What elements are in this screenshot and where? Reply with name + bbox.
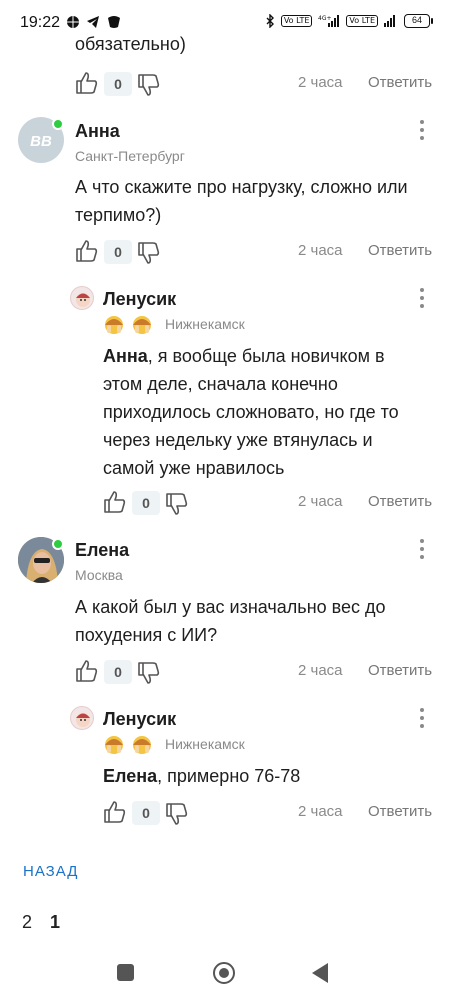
comment-line: Анна, я вообще была новичком в bbox=[103, 342, 399, 370]
thumbs-up-icon[interactable] bbox=[75, 70, 99, 96]
comment-line: А что скажите про нагрузку, сложно или bbox=[75, 177, 408, 197]
thumbs-up-icon[interactable] bbox=[75, 658, 99, 684]
more-options-icon[interactable] bbox=[412, 537, 432, 561]
pagination-current-page[interactable]: 1 bbox=[50, 912, 60, 933]
bluetooth-icon bbox=[266, 14, 274, 28]
author-name[interactable]: Ленусик bbox=[103, 709, 176, 730]
comment-time: 2 часа bbox=[298, 242, 343, 259]
pagination-page[interactable]: 2 bbox=[22, 912, 32, 933]
reply-link[interactable]: Ответить bbox=[368, 74, 432, 91]
comment-actions: 0 2 часа Ответить bbox=[103, 799, 435, 829]
author-city: Москва bbox=[75, 567, 123, 583]
author-name[interactable]: Ленусик bbox=[103, 289, 176, 310]
thumbs-down-icon[interactable] bbox=[165, 491, 189, 517]
online-indicator bbox=[52, 538, 64, 550]
thumbs-down-icon[interactable] bbox=[137, 72, 161, 98]
online-indicator bbox=[52, 118, 64, 130]
author-name[interactable]: Анна bbox=[75, 121, 120, 142]
battery-indicator: 64 bbox=[404, 14, 433, 28]
comment-line: терпимо?) bbox=[75, 205, 162, 225]
comment-line-text: , примерно 76-78 bbox=[157, 766, 301, 786]
emoji-badge-icon bbox=[133, 316, 151, 334]
comment-time: 2 часа bbox=[298, 74, 343, 91]
back-icon[interactable] bbox=[312, 963, 328, 983]
svg-text:ВВ: ВВ bbox=[30, 133, 52, 150]
comment-actions: 0 2 часа Ответить bbox=[103, 489, 435, 519]
mention[interactable]: Анна bbox=[103, 346, 148, 366]
recent-apps-icon[interactable] bbox=[117, 964, 134, 981]
reply-link[interactable]: Ответить bbox=[368, 242, 432, 259]
comment-line: самой уже нравилось bbox=[103, 458, 285, 478]
emoji-badge-icon bbox=[133, 736, 151, 754]
svg-text:4G+: 4G+ bbox=[318, 15, 332, 22]
status-bar: 19:22 Vo LTE 4G+ Vo LTE 64 bbox=[0, 0, 450, 44]
vote-count: 0 bbox=[132, 491, 160, 515]
status-time: 19:22 bbox=[20, 14, 61, 31]
comment-text: А какой был у вас изначально вес до поху… bbox=[75, 593, 386, 649]
comment-actions: 0 2 часа Ответить bbox=[75, 658, 435, 688]
comment-line: А какой был у вас изначально вес до bbox=[75, 597, 386, 617]
thumbs-down-icon[interactable] bbox=[137, 660, 161, 686]
thumbs-down-icon[interactable] bbox=[137, 240, 161, 266]
volte-badge-2: Vo LTE bbox=[346, 15, 378, 27]
status-right-icons: Vo LTE 4G+ Vo LTE 64 bbox=[265, 14, 433, 28]
comment-line: этом деле, сначала конечно bbox=[103, 374, 338, 394]
avatar-face-icon bbox=[76, 293, 90, 307]
more-options-icon[interactable] bbox=[412, 118, 432, 142]
volte-badge: Vo LTE bbox=[280, 15, 313, 27]
thumbs-up-icon[interactable] bbox=[75, 238, 99, 264]
comment-line: приходилось сложновато, но где то bbox=[103, 402, 399, 422]
vote-count: 0 bbox=[104, 72, 132, 96]
comment-line: похудения с ИИ? bbox=[75, 625, 218, 645]
comment-time: 2 часа bbox=[298, 662, 343, 679]
comment-text: Анна, я вообще была новичком в этом деле… bbox=[103, 342, 399, 482]
author-name[interactable]: Елена bbox=[75, 540, 129, 561]
vote-count: 0 bbox=[104, 660, 132, 684]
comment-line: через недельку уже втянулась и bbox=[103, 430, 373, 450]
comment-line: Елена, примерно 76-78 bbox=[103, 762, 300, 790]
comment-time: 2 часа bbox=[298, 803, 343, 820]
author-city: Санкт-Петербург bbox=[75, 148, 185, 164]
author-city: Нижнекамск bbox=[165, 316, 245, 332]
vote-count: 0 bbox=[104, 240, 132, 264]
comment-time: 2 часа bbox=[298, 493, 343, 510]
telegram-icon bbox=[87, 16, 99, 28]
comment-actions: 0 2 часа Ответить bbox=[75, 238, 435, 268]
comment-actions: 0 2 часа Ответить bbox=[75, 70, 435, 100]
signal-icon-2 bbox=[384, 15, 395, 27]
app-icon bbox=[108, 16, 120, 28]
thumbs-down-icon[interactable] bbox=[165, 801, 189, 827]
emoji-badge-icon bbox=[105, 736, 123, 754]
emoji-badge-icon bbox=[105, 316, 123, 334]
vote-count: 0 bbox=[132, 801, 160, 825]
reply-link[interactable]: Ответить bbox=[368, 493, 432, 510]
thumbs-up-icon[interactable] bbox=[103, 489, 127, 515]
comment-text: Елена, примерно 76-78 bbox=[103, 762, 300, 790]
reply-link[interactable]: Ответить bbox=[368, 803, 432, 820]
globe-icon bbox=[67, 16, 79, 28]
author-city: Нижнекамск bbox=[165, 736, 245, 752]
back-link[interactable]: НАЗАД bbox=[23, 863, 78, 880]
avatar-face-icon bbox=[76, 713, 90, 727]
avatar[interactable] bbox=[70, 286, 94, 310]
comment-text: обязательно) bbox=[75, 34, 186, 54]
status-notification-icons bbox=[66, 15, 122, 29]
signal-icon: 4G+ bbox=[318, 15, 340, 27]
comment-text: А что скажите про нагрузку, сложно или т… bbox=[75, 173, 408, 229]
thumbs-up-icon[interactable] bbox=[103, 799, 127, 825]
reply-link[interactable]: Ответить bbox=[368, 662, 432, 679]
home-icon[interactable] bbox=[213, 962, 235, 984]
mention[interactable]: Елена bbox=[103, 766, 157, 786]
more-options-icon[interactable] bbox=[412, 286, 432, 310]
comment-line-text: , я вообще была новичком в bbox=[147, 346, 385, 366]
system-nav-bar bbox=[0, 945, 450, 1000]
avatar[interactable] bbox=[70, 706, 94, 730]
more-options-icon[interactable] bbox=[412, 706, 432, 730]
